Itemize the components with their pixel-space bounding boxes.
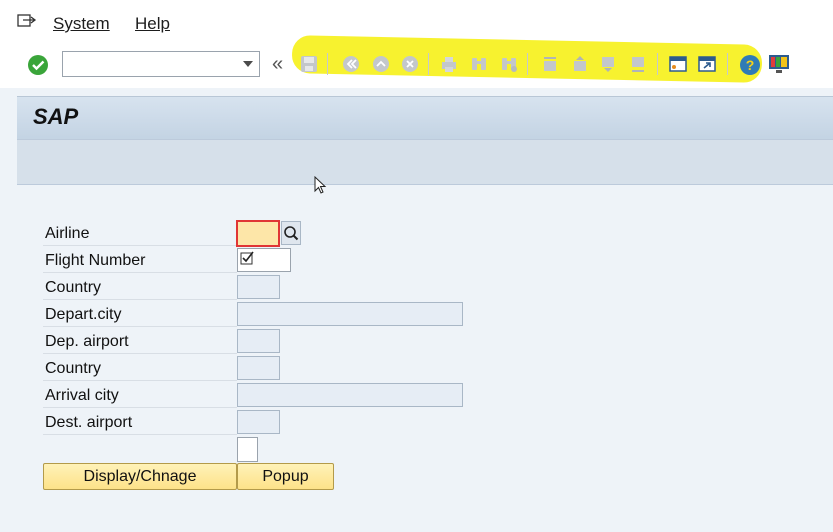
- page-title: SAP: [33, 104, 79, 129]
- depart-city-label: Depart.city: [45, 306, 122, 323]
- last-page-icon[interactable]: [630, 55, 648, 73]
- airline-input[interactable]: [236, 220, 280, 247]
- row-divider: [43, 380, 237, 381]
- first-page-icon[interactable]: [540, 55, 558, 73]
- depart-city-field: [237, 302, 463, 326]
- arrival-city-field: [237, 383, 463, 407]
- next-page-icon[interactable]: [600, 55, 618, 73]
- country-label: Country: [45, 279, 102, 296]
- value-help-button[interactable]: [281, 221, 301, 245]
- menu-icon[interactable]: [16, 12, 38, 30]
- collapse-toolbar-button[interactable]: «: [272, 53, 283, 76]
- dest-airport-field: [237, 410, 280, 434]
- arrival-city-label: Arrival city: [45, 387, 119, 404]
- dropdown-arrow-icon[interactable]: [243, 61, 253, 67]
- title-bar: [17, 96, 833, 140]
- command-field[interactable]: [62, 51, 260, 77]
- dest-country-label: Country: [45, 360, 102, 377]
- row-divider: [43, 407, 237, 408]
- row-divider: [43, 299, 237, 300]
- empty-checkbox[interactable]: [237, 437, 258, 462]
- menu-help-label: Help: [135, 14, 170, 33]
- print-icon[interactable]: [440, 55, 458, 73]
- flight-number-field[interactable]: [237, 248, 291, 272]
- menu-help[interactable]: Help: [135, 14, 170, 34]
- svg-text:?: ?: [746, 57, 755, 73]
- menu-system[interactable]: System: [53, 14, 110, 34]
- menu-system-label: System: [53, 14, 110, 33]
- display-change-button[interactable]: Display/Chnage: [43, 463, 237, 490]
- airline-label: Airline: [45, 225, 90, 242]
- row-divider: [43, 245, 237, 246]
- toolbar-separator: [327, 53, 328, 75]
- command-input[interactable]: [66, 53, 240, 77]
- search-icon: [284, 226, 299, 241]
- dep-airport-label: Dep. airport: [45, 333, 129, 350]
- toolbar-separator: [428, 53, 429, 75]
- previous-page-icon[interactable]: [570, 55, 588, 73]
- find-icon[interactable]: [470, 55, 488, 73]
- row-divider: [43, 272, 237, 273]
- popup-button[interactable]: Popup: [237, 463, 334, 490]
- enter-icon[interactable]: [27, 54, 49, 76]
- exit-icon[interactable]: [372, 55, 390, 73]
- dest-airport-label: Dest. airport: [45, 414, 133, 431]
- flight-number-label: Flight Number: [45, 252, 146, 269]
- customize-layout-icon[interactable]: [768, 53, 790, 75]
- dest-country-field: [237, 356, 280, 380]
- application-toolbar: [17, 139, 833, 185]
- row-divider: [43, 326, 237, 327]
- dep-airport-field: [237, 329, 280, 353]
- mouse-cursor-icon: [314, 176, 327, 194]
- save-icon[interactable]: [300, 55, 318, 73]
- cancel-icon[interactable]: [401, 55, 419, 73]
- country-field: [237, 275, 280, 299]
- back-icon[interactable]: [342, 55, 360, 73]
- row-divider: [43, 353, 237, 354]
- find-next-icon[interactable]: [500, 55, 518, 73]
- toolbar-separator: [727, 53, 728, 75]
- help-icon[interactable]: ?: [739, 54, 761, 76]
- toolbar-separator: [527, 53, 528, 75]
- toolbar-separator: [657, 53, 658, 75]
- shortcut-icon[interactable]: [698, 55, 716, 73]
- new-session-icon[interactable]: [669, 55, 687, 73]
- row-divider: [43, 434, 237, 435]
- checkbox-checked-icon[interactable]: [240, 251, 256, 267]
